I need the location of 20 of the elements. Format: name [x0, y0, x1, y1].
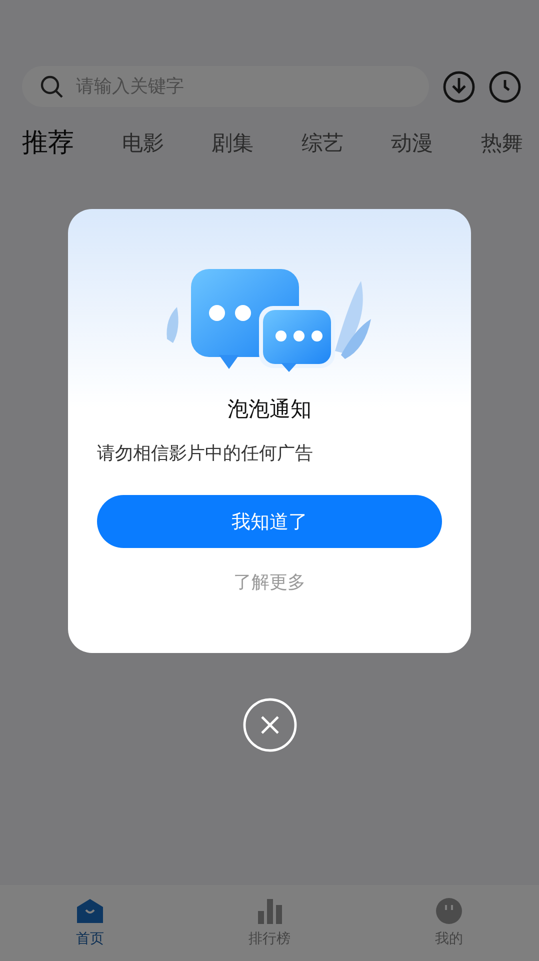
nav-item[interactable]: 排行榜 [180, 885, 360, 961]
download-icon[interactable] [443, 70, 475, 102]
search-icon [40, 74, 64, 98]
profile-circle-icon [436, 898, 462, 924]
dialog-title: 泡泡通知 [228, 396, 312, 423]
bar-chart-icon [256, 898, 282, 924]
close-icon[interactable] [243, 698, 297, 752]
dialog-message: 请勿相信影片中的任何广告 [97, 442, 314, 465]
category-tab[interactable]: 剧集 [212, 128, 254, 156]
category-tab[interactable]: 动漫 [391, 128, 434, 156]
nav-item[interactable]: 首页 [0, 885, 180, 961]
category-tab[interactable]: 电影 [122, 128, 164, 156]
category-tab[interactable]: 推荐 [22, 125, 74, 160]
category-tab[interactable]: 综艺 [301, 128, 344, 156]
category-tab[interactable]: 热舞 [480, 128, 523, 156]
clock-icon[interactable] [489, 70, 521, 102]
house-icon [76, 898, 104, 924]
confirm-button[interactable]: 我知道了 [97, 495, 442, 548]
learn-more-link[interactable]: 了解更多 [234, 570, 306, 594]
nav-item[interactable]: 我的 [359, 885, 539, 961]
